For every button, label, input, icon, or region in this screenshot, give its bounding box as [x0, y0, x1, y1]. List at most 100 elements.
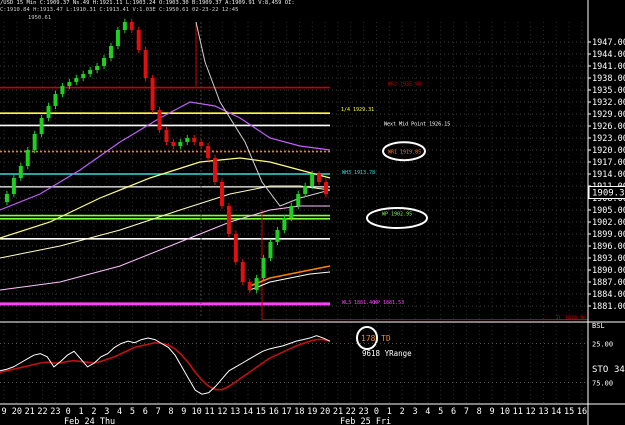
- level-label: WH3 1913.78: [342, 170, 375, 176]
- level-label: WP 1881.53: [374, 300, 404, 306]
- y-tick-label: 1926.00: [592, 122, 625, 132]
- x-tick-label: 15: [564, 407, 574, 417]
- x-tick-label: 14: [551, 407, 561, 417]
- x-tick-label: 4: [117, 407, 122, 417]
- candle-body: [275, 230, 280, 242]
- candle-body: [303, 186, 308, 194]
- x-tick-label: 20: [12, 407, 22, 417]
- x-tick-label: 12: [217, 407, 227, 417]
- stoch-value: 34: [614, 365, 625, 375]
- x-tick-label: 9: [181, 407, 186, 417]
- y-tick-label: 1941.00: [592, 62, 625, 72]
- quote-header: /USD 15 Min C:1909.37 Ns.49 H:1921.11 L:…: [0, 0, 295, 6]
- quote-subheader: C:1910.84 H:1913.47 L:1910.31 C:1913.41 …: [0, 7, 239, 13]
- stoch-level-label: 25.00: [592, 341, 613, 349]
- x-tick-label: 18: [294, 407, 304, 417]
- candle-body: [157, 110, 162, 130]
- candle-body: [143, 50, 148, 78]
- candle-body: [178, 142, 183, 146]
- y-tick-label: 1947.00: [592, 38, 625, 48]
- level-label: WP 1902.95: [382, 212, 412, 218]
- y-tick-label: 1914.00: [592, 170, 625, 180]
- x-tick-label: 4: [425, 407, 430, 417]
- ma-purple: [0, 101, 331, 211]
- candle-body: [324, 182, 328, 194]
- x-tick-label: 15: [256, 407, 266, 417]
- y-tick-label: 1905.00: [592, 206, 625, 216]
- y-tick-label: 1887.00: [592, 278, 625, 288]
- candle-body: [254, 278, 259, 290]
- y-tick-label: 1935.00: [592, 86, 625, 96]
- candle-body: [268, 242, 273, 258]
- candle-body: [25, 150, 30, 166]
- y-tick-label: 1920.00: [592, 146, 625, 156]
- level-label: WR1 1919.85: [388, 150, 421, 156]
- x-tick-label: 14: [243, 407, 253, 417]
- x-tick-label: 13: [538, 407, 548, 417]
- x-tick-label: 22: [346, 407, 356, 417]
- candle-body: [102, 58, 107, 66]
- date-label: Feb 25 Fri: [340, 417, 391, 425]
- x-tick-label: 0: [66, 407, 71, 417]
- x-tick-label: 8: [168, 407, 173, 417]
- time-axis: 9 20 21 22 23 0 1 2 3 4 5 6 7 8 9 10 11 12 13 14 15 16 17 18 19 2…: [1, 407, 587, 425]
- x-tick-label: 23: [359, 407, 369, 417]
- candle-body: [226, 206, 231, 234]
- candle-body: [136, 30, 141, 50]
- candle-body: [296, 194, 301, 206]
- candle-body: [199, 142, 204, 146]
- candle-body: [164, 130, 169, 142]
- y-tick-label: 1902.00: [592, 218, 625, 228]
- x-tick-label: 21: [25, 407, 35, 417]
- x-tick-label: 13: [230, 407, 240, 417]
- y-tick-label: 1938.00: [592, 74, 625, 84]
- price-chart: WR2 1935.40 1/4 1929.31 Next Mid Point 192…: [0, 0, 625, 425]
- candle-body: [88, 70, 93, 74]
- candle-body: [213, 158, 218, 182]
- x-tick-label: 12: [525, 407, 535, 417]
- candle-body: [261, 258, 266, 278]
- candle-body: [192, 138, 197, 142]
- candle-body: [11, 178, 16, 194]
- x-tick-label: 2: [400, 407, 405, 417]
- x-tick-label: 8: [477, 407, 482, 417]
- candle-body: [310, 174, 315, 186]
- candle-body: [247, 282, 252, 290]
- x-tick-label: 7: [464, 407, 469, 417]
- support-band: [0, 302, 330, 306]
- moving-averages: [0, 21, 331, 291]
- x-tick-label: 5: [130, 407, 135, 417]
- x-tick-label: 9: [1, 407, 6, 417]
- candle-body: [150, 78, 155, 110]
- candle-body: [95, 66, 100, 70]
- x-tick-label: 21: [333, 407, 343, 417]
- y-tick-label: 1932.00: [592, 98, 625, 108]
- candle-body: [122, 22, 127, 30]
- candle-body: [171, 142, 176, 146]
- x-tick-label: 1: [79, 407, 84, 417]
- x-tick-label: 9: [490, 407, 495, 417]
- candle-body: [115, 30, 120, 46]
- candle-body: [129, 22, 134, 30]
- stoch-top-label: BSL: [592, 322, 605, 330]
- y-tick-label: 1893.00: [592, 254, 625, 264]
- level-label: Next Mid Point 1926.15: [384, 121, 450, 127]
- candle-body: [32, 134, 37, 150]
- candle-body: [39, 118, 44, 134]
- y-tick-label: 1923.00: [592, 134, 625, 144]
- candlesticks: [4, 18, 328, 294]
- candle-body: [289, 206, 294, 218]
- y-tick-label: 1899.00: [592, 230, 625, 240]
- y-tick-label: 1929.00: [592, 110, 625, 120]
- td-count: 178: [361, 334, 376, 343]
- candle-body: [4, 194, 9, 202]
- candle-body: [53, 94, 58, 106]
- x-tick-label: 16: [269, 407, 279, 417]
- pivot-level-lines: WR2 1935.40 1/4 1929.31 Next Mid Point 192…: [0, 22, 588, 322]
- x-tick-label: 10: [192, 407, 202, 417]
- y-tick-label: 1890.00: [592, 266, 625, 276]
- candle-body: [60, 86, 65, 94]
- x-tick-label: 16: [577, 407, 587, 417]
- range-text: 9618 YRange: [362, 349, 412, 358]
- x-tick-label: 11: [204, 407, 214, 417]
